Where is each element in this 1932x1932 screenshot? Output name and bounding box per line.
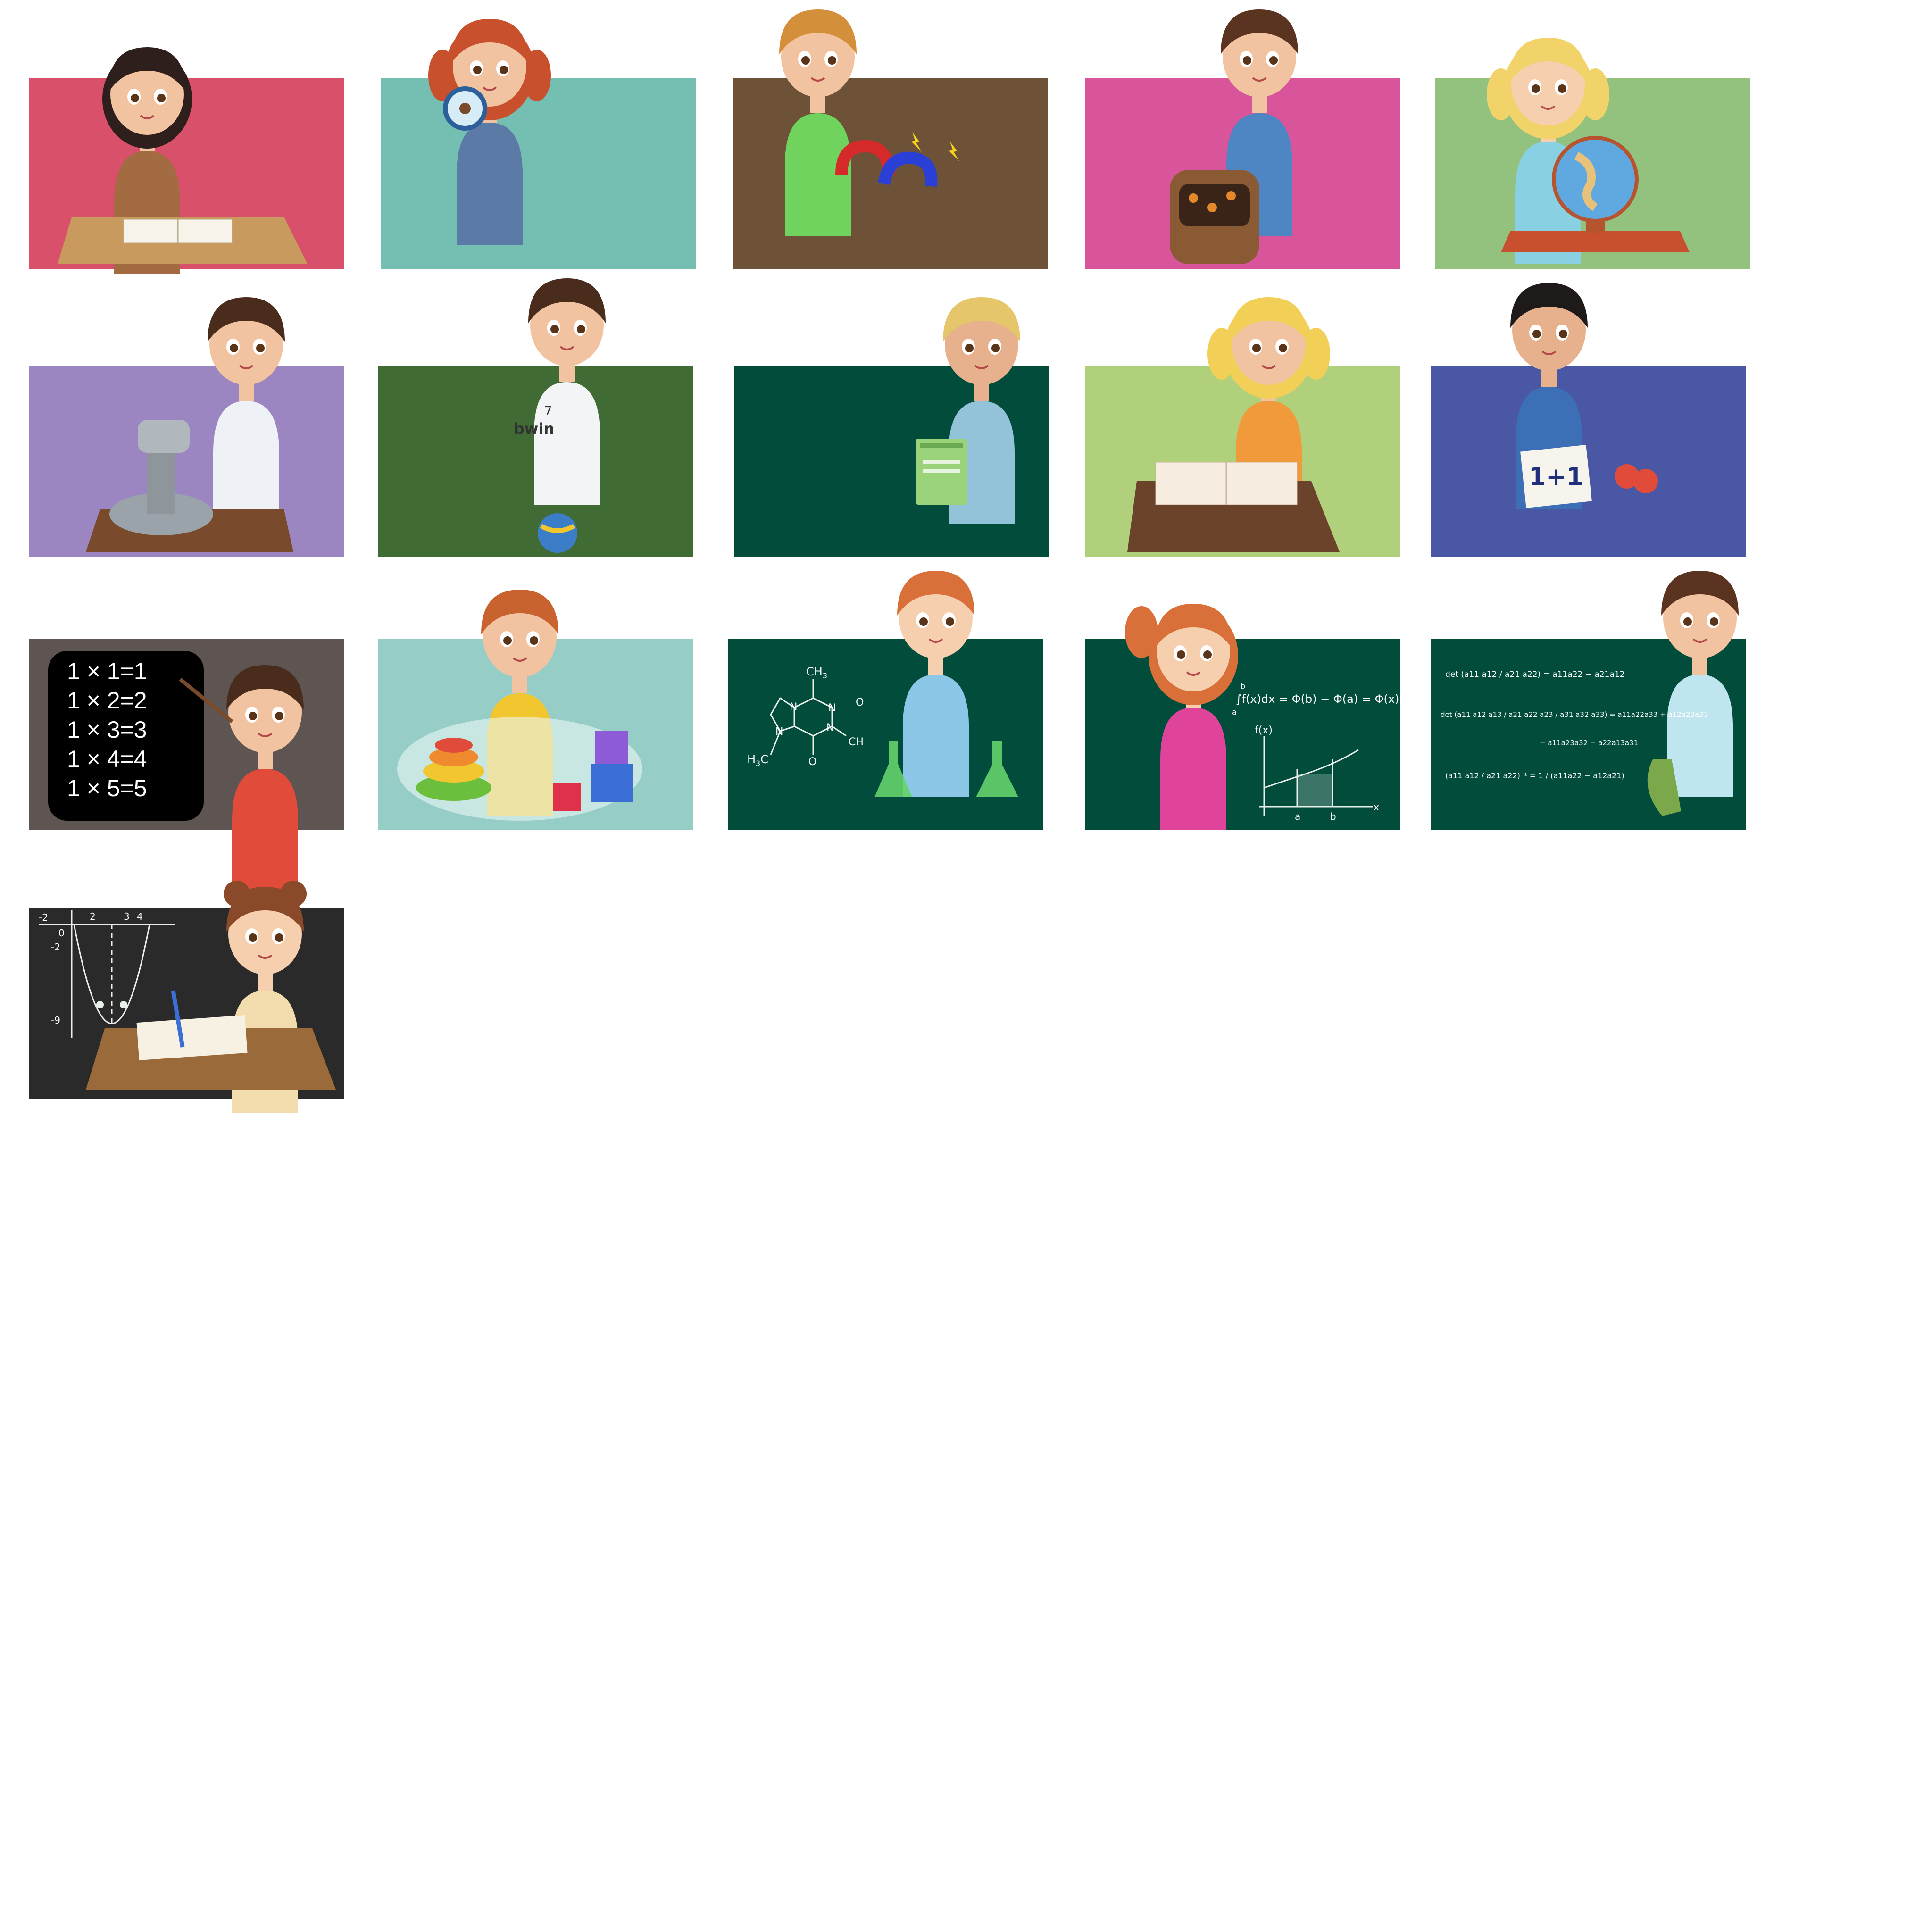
multiplication-line: 1 × 1=1 — [67, 658, 147, 684]
chemical-formula: CH3 H3C N N N N O O CH — [747, 665, 864, 768]
notebook — [136, 1015, 248, 1060]
toy-block — [595, 731, 628, 764]
character-illustration: ∫f(x)dx = Φ(b) − Φ(a) = Φ(x)| b a f(x) a… — [1125, 604, 1403, 830]
chem-label: H3C — [747, 753, 768, 768]
card-boy-toys — [378, 561, 693, 830]
card-boy-backpack — [1085, 0, 1400, 269]
card-girl-parabola: -2 2 3 4 0 -2 -9 — [29, 830, 344, 1113]
determinant-2x2: det (a11 a12 / a21 a22) = a11a22 − a21a1… — [1445, 670, 1624, 679]
multiplication-line: 1 × 2=2 — [67, 687, 147, 714]
flask-icon — [976, 741, 1018, 797]
character-illustration: -2 2 3 4 0 -2 -9 — [39, 881, 336, 1113]
jersey-text: bwin — [514, 420, 554, 438]
chem-label: N — [826, 722, 834, 734]
multiplication-line: 1 × 5=5 — [67, 775, 147, 801]
character-illustration: CH3 H3C N N N N O O CH — [747, 571, 1018, 797]
integral-formula: ∫f(x)dx = Φ(b) − Φ(a) = Φ(x)| — [1236, 692, 1403, 706]
card-boy-books — [734, 288, 1049, 557]
axis-tick: 2 — [90, 911, 96, 922]
character-illustration: 1+1 — [1510, 283, 1658, 509]
determinant-3x3-continued: − a11a23a32 − a22a13a31 — [1540, 739, 1638, 747]
shirt — [457, 123, 523, 245]
integral-bound: b — [1241, 682, 1245, 691]
child-figure — [208, 297, 285, 524]
multiplication-table: 1 × 1=1 1 × 2=21 × 3=3 1 × 4=4 1 × 5=5 — [67, 658, 147, 801]
character-illustration — [58, 47, 308, 274]
apple-icon — [1633, 469, 1658, 493]
card-two-boys-sum: 1+1 — [1431, 283, 1746, 557]
card-boy-football: bwin 7 — [378, 278, 693, 557]
toy-block — [591, 764, 633, 802]
character-illustration — [86, 297, 293, 552]
toy-block — [553, 783, 581, 811]
shirt — [534, 382, 600, 505]
card-boy-chemist: CH3 H3C N N N N O O CH — [728, 561, 1043, 830]
card-boy-microscope — [29, 288, 344, 557]
card-girl-magnifier — [381, 0, 696, 269]
graph-label: x — [1374, 801, 1379, 813]
graph-label: f(x) — [1255, 724, 1273, 736]
function-graph: f(x) a b x — [1255, 724, 1379, 822]
child-figure — [1661, 571, 1739, 797]
character-illustration — [397, 590, 642, 821]
character-illustration: bwin 7 — [514, 278, 606, 553]
card-girl-globe — [1435, 0, 1750, 269]
character-illustration — [428, 19, 551, 245]
card-girl-reading — [1085, 288, 1400, 557]
multiplication-line: 1 × 4=4 — [67, 746, 147, 772]
lightning-icon — [911, 132, 922, 152]
table — [1501, 231, 1690, 252]
graph-label: a — [1295, 811, 1300, 822]
child-figure — [528, 278, 606, 505]
child-figure — [1125, 604, 1238, 830]
jersey-number: 7 — [544, 404, 552, 418]
chem-label: N — [775, 726, 783, 738]
axis-tick: -2 — [39, 912, 48, 923]
shirt — [1667, 675, 1733, 797]
chem-label: O — [856, 697, 864, 708]
shirt — [1160, 708, 1226, 830]
axis-tick: -2 — [51, 941, 60, 953]
axis-tick: 4 — [137, 911, 143, 922]
magnet-icon — [878, 151, 938, 187]
axis-tick: -9 — [51, 1015, 60, 1026]
character-illustration: 1 × 1=1 1 × 2=21 × 3=3 1 × 4=4 1 × 5=5 — [48, 651, 304, 891]
chem-label: O — [808, 756, 816, 768]
axis-tick: 0 — [58, 927, 65, 939]
character-illustration: det (a11 a12 / a21 a22) = a11a22 − a21a1… — [1441, 571, 1739, 816]
shirt — [213, 401, 279, 524]
character-illustration — [779, 9, 959, 236]
chem-label: N — [828, 702, 836, 714]
card-girl-raising-hand — [29, 0, 344, 274]
card-girl-integral: ∫f(x)dx = Φ(b) − Φ(a) = Φ(x)| b a f(x) a… — [1085, 561, 1403, 830]
shirt — [903, 675, 969, 797]
inverse-formula: (a11 a12 / a21 a22)⁻¹ = 1 / (a11a22 − a1… — [1445, 771, 1624, 780]
chem-label: CH — [849, 736, 864, 748]
lightning-icon — [949, 142, 959, 161]
character-illustration — [1487, 38, 1690, 264]
card-boy-matrix: det (a11 a12 / a21 a22) = a11a22 − a21a1… — [1431, 561, 1746, 830]
parabola-graph: -2 2 3 4 0 -2 -9 — [39, 910, 175, 1038]
graph-label: b — [1330, 811, 1336, 822]
determinant-3x3: det (a11 a12 a13 / a21 a22 a23 / a31 a32… — [1441, 710, 1708, 719]
chem-label: CH3 — [806, 665, 827, 680]
child-figure — [779, 9, 857, 236]
character-illustration — [916, 297, 1020, 524]
axis-tick: 3 — [124, 911, 130, 922]
child-figure — [428, 19, 551, 245]
integral-bound: a — [1232, 708, 1237, 716]
child-figure — [897, 571, 974, 797]
chem-label: N — [790, 701, 797, 713]
character-illustration — [1170, 9, 1298, 264]
sum-sign-text: 1+1 — [1529, 463, 1583, 491]
character-illustration — [1127, 297, 1340, 552]
card-boy-magnets — [733, 0, 1048, 269]
multiplication-line: 1 × 3=3 — [67, 716, 147, 743]
card-boy-multiplication: 1 × 1=1 1 × 2=2 1 × 3=3 1 × 4=4 1 × 5=5 — [29, 561, 344, 891]
